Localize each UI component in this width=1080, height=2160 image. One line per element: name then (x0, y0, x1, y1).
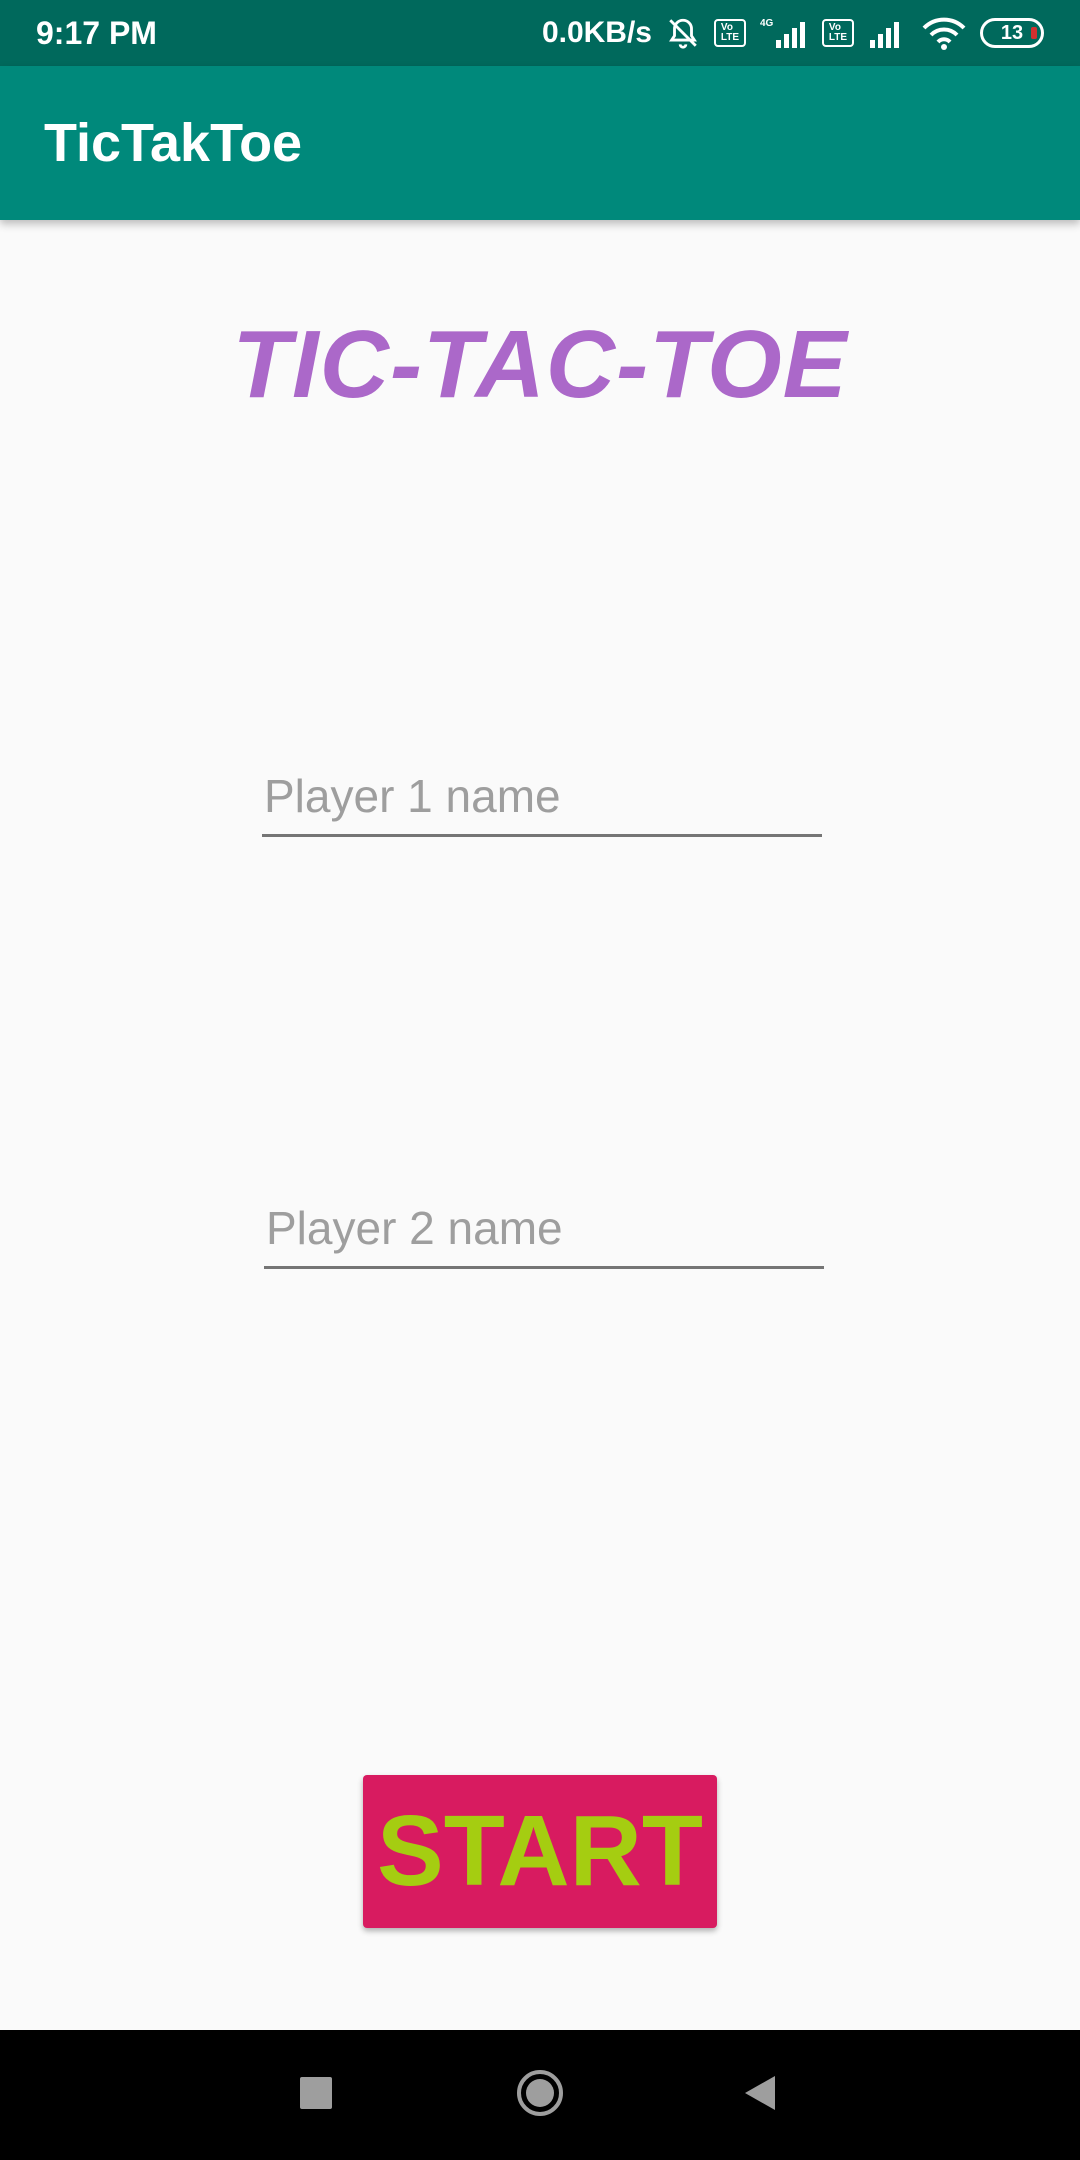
game-title: TIC-TAC-TOE (232, 311, 848, 418)
battery-icon: 13 (980, 18, 1044, 48)
player1-name-input[interactable] (262, 757, 822, 834)
svg-text:4G: 4G (760, 18, 774, 29)
player1-field (262, 757, 822, 837)
player2-field (264, 1189, 824, 1269)
status-bar: 9:17 PM 0.0KB/s Vo LTE 4G Vo LTE 13 (0, 0, 1080, 66)
network-speed: 0.0KB/s (541, 16, 652, 49)
home-button[interactable] (480, 2030, 600, 2160)
player2-name-input[interactable] (264, 1189, 824, 1266)
app-title: TicTakToe (44, 113, 303, 173)
status-time: 9:17 PM (36, 14, 157, 51)
volte-icon-2: Vo LTE (822, 19, 854, 47)
signal-icon (868, 16, 908, 50)
bell-muted-icon (666, 16, 700, 50)
wifi-icon (922, 16, 966, 50)
battery-level: 13 (1000, 21, 1024, 44)
recent-apps-button[interactable] (256, 2030, 376, 2160)
status-icons: 0.0KB/s Vo LTE 4G Vo LTE 13 (542, 16, 1044, 50)
nav-bar (0, 2030, 1080, 2160)
signal-4g-icon: 4G (760, 16, 808, 50)
recent-apps-icon (299, 2076, 333, 2115)
start-button[interactable]: START (363, 1775, 717, 1928)
back-icon (743, 2074, 777, 2117)
home-icon (515, 2068, 565, 2123)
app-bar: TicTakToe (0, 66, 1080, 220)
volte-icon: Vo LTE (714, 19, 746, 47)
back-button[interactable] (700, 2030, 820, 2160)
